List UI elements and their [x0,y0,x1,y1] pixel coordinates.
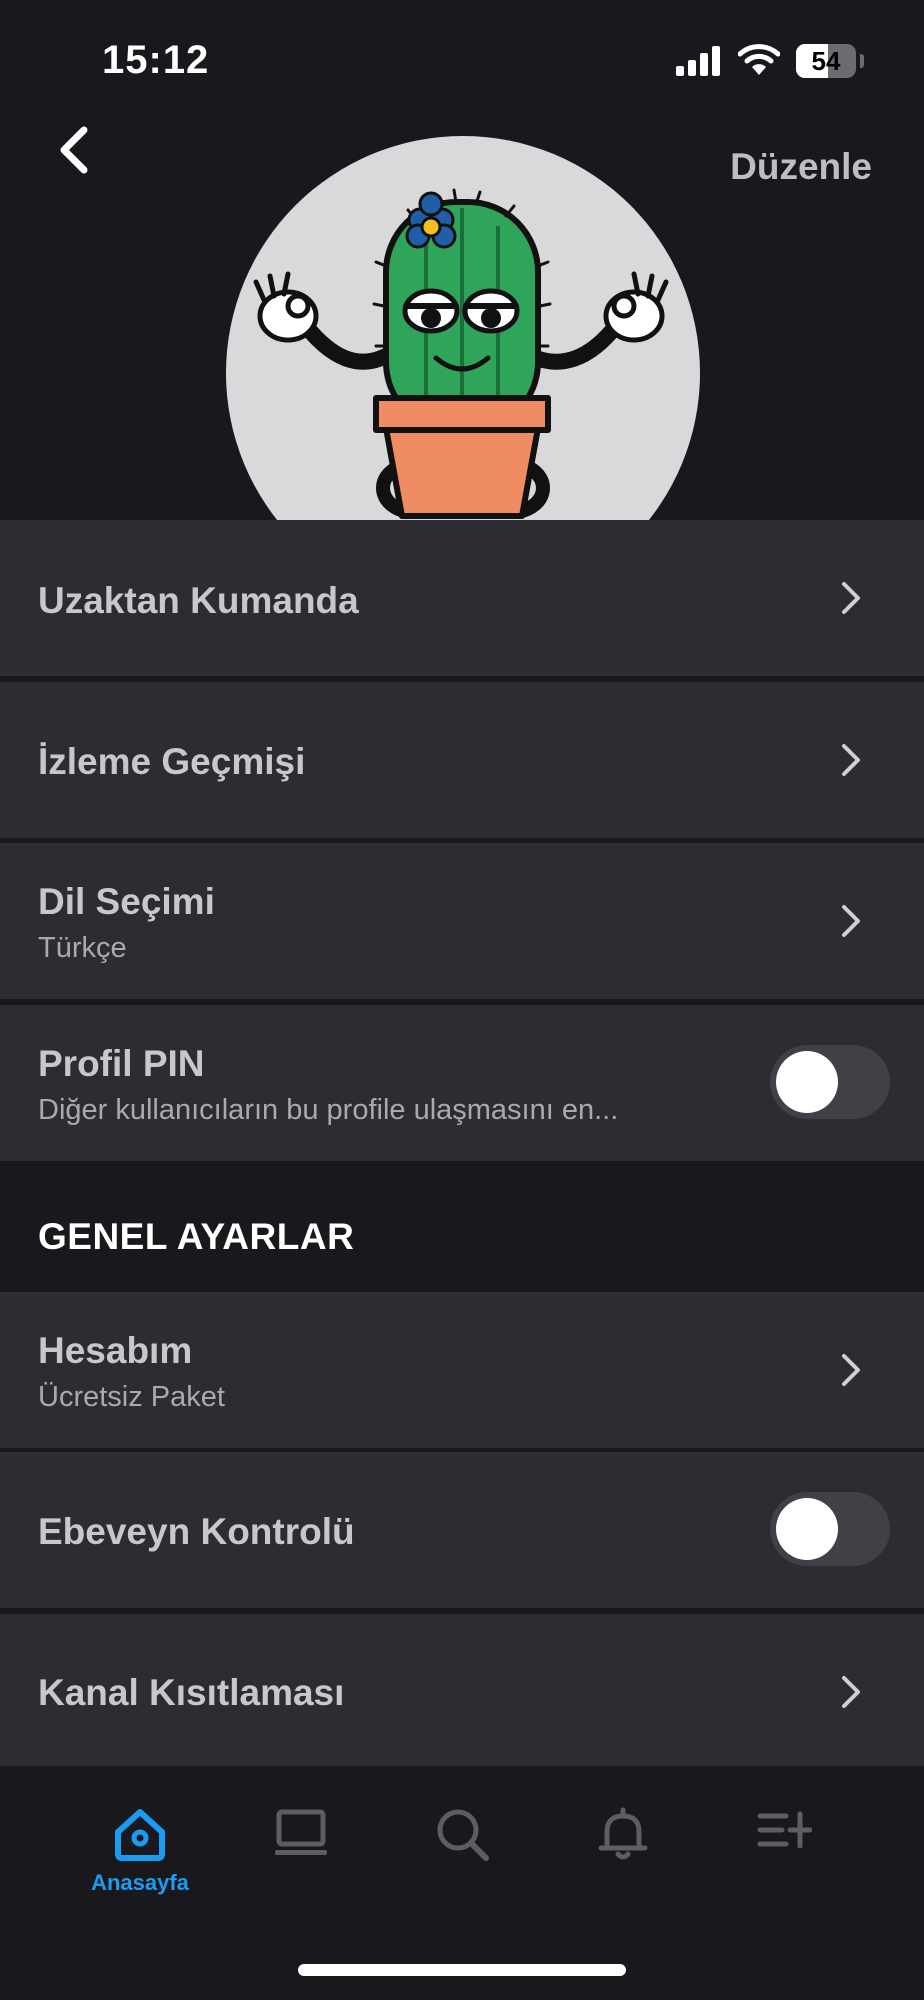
bell-icon [598,1807,648,1860]
laptop-icon [275,1809,327,1855]
language-value: Türkçe [38,932,127,964]
back-button[interactable] [50,120,100,180]
battery-icon: 54 [796,44,856,78]
profile-pin-description: Diğer kullanıcıların bu profile ulaşması… [38,1094,619,1126]
profile-settings-screen: 15:12 54 Düzenle Uzaktan Kumanda İzleme … [0,0,924,2000]
parental-control-toggle[interactable] [770,1492,890,1566]
chevron-right-icon [842,582,860,614]
tab-library[interactable] [231,1766,371,1886]
toggle-knob [776,1498,838,1560]
tab-notifications[interactable] [553,1766,693,1886]
avatar[interactable] [226,136,700,520]
chevron-right-icon [842,905,860,937]
profile-pin-toggle[interactable] [770,1045,890,1119]
remote-control-title: Uzaktan Kumanda [38,580,359,621]
chevron-right-icon [842,744,860,776]
tab-home[interactable]: Anasayfa [70,1766,210,1895]
battery-percent: 54 [811,46,841,76]
channel-restriction-title: Kanal Kısıtlaması [38,1672,345,1713]
edit-button[interactable]: Düzenle [730,146,872,188]
chevron-left-icon [60,126,88,174]
my-account-row[interactable]: Hesabım Ücretsiz Paket [0,1292,924,1448]
profile-pin-title: Profil PIN [38,1043,205,1084]
search-icon [437,1809,489,1861]
status-time: 15:12 [102,38,210,82]
battery-cap [860,54,864,68]
parental-control-title: Ebeveyn Kontrolü [38,1511,355,1552]
language-title: Dil Seçimi [38,881,215,922]
tab-home-label: Anasayfa [91,1870,189,1895]
profile-pin-row: Profil PIN Diğer kullanıcıların bu profi… [0,1005,924,1161]
tab-search[interactable] [392,1766,532,1886]
wifi-icon [738,44,780,75]
my-account-plan: Ücretsiz Paket [38,1381,225,1413]
parental-control-row: Ebeveyn Kontrolü [0,1452,924,1608]
remote-control-row[interactable]: Uzaktan Kumanda [0,520,924,676]
watch-history-row[interactable]: İzleme Geçmişi [0,682,924,838]
tab-watchlist[interactable] [714,1766,854,1886]
watch-history-title: İzleme Geçmişi [38,741,306,782]
toggle-knob [776,1051,838,1113]
playlist-add-icon [757,1811,812,1849]
channel-restriction-row[interactable]: Kanal Kısıtlaması [0,1614,924,1766]
my-account-title: Hesabım [38,1330,193,1371]
home-indicator [298,1964,626,1976]
language-row[interactable]: Dil Seçimi Türkçe [0,843,924,999]
chevron-right-icon [842,1354,860,1386]
status-bar: 15:12 54 [0,0,924,120]
home-icon [115,1809,165,1861]
signal-icon [676,46,720,76]
cactus-mascot-icon [253,188,669,519]
general-settings-header: GENEL AYARLAR [38,1216,355,1257]
chevron-right-icon [842,1676,860,1708]
avatar-circle [226,136,700,520]
